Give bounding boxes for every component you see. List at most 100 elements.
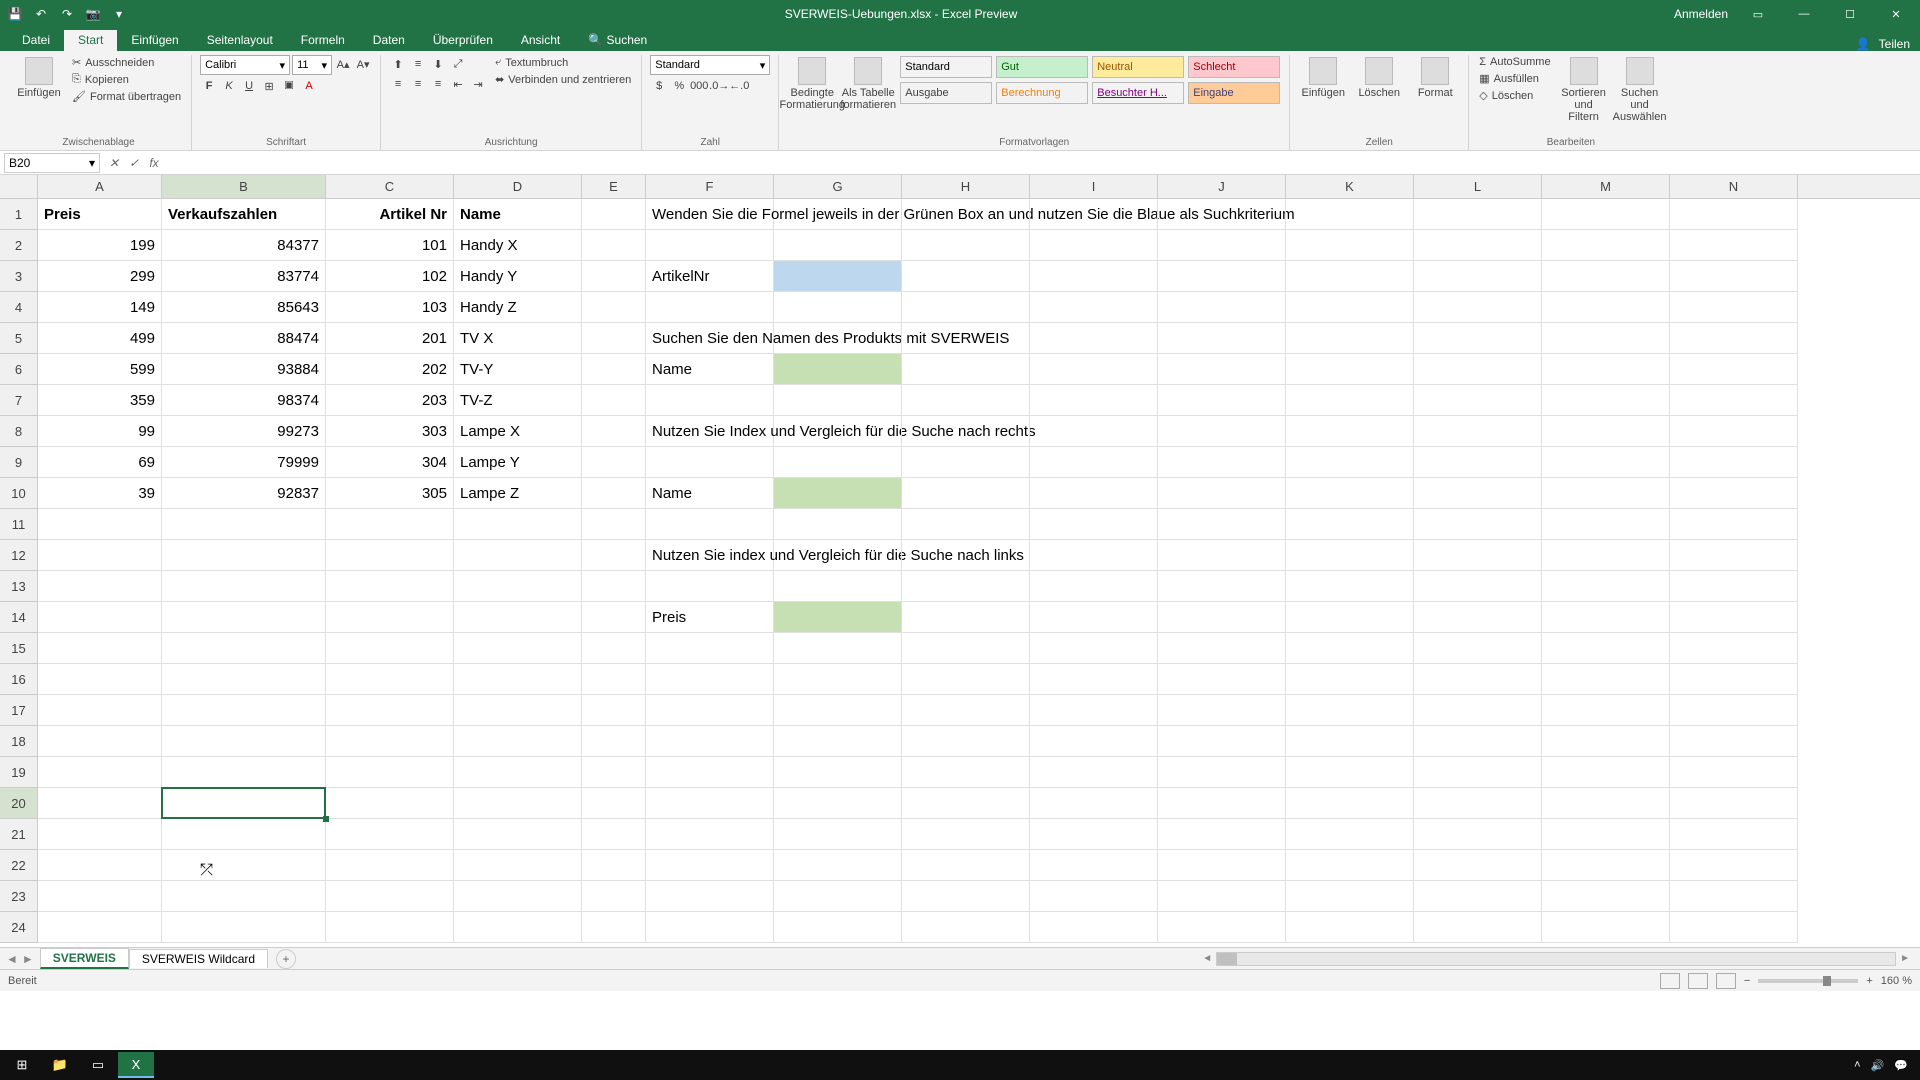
fill-color-button[interactable]: 🞕 xyxy=(280,77,298,95)
cell-J21[interactable] xyxy=(1158,819,1286,850)
cell-H15[interactable] xyxy=(902,633,1030,664)
cell-G14[interactable] xyxy=(774,602,902,633)
cell-F9[interactable] xyxy=(646,447,774,478)
cell-C18[interactable] xyxy=(326,726,454,757)
cancel-formula-icon[interactable]: ✕ xyxy=(104,153,124,173)
cell-A14[interactable] xyxy=(38,602,162,633)
cell-E5[interactable] xyxy=(582,323,646,354)
row-header-15[interactable]: 15 xyxy=(0,633,38,664)
cell-M24[interactable] xyxy=(1542,912,1670,943)
cell-K7[interactable] xyxy=(1286,385,1414,416)
cell-L13[interactable] xyxy=(1414,571,1542,602)
cell-G11[interactable] xyxy=(774,509,902,540)
cell-B7[interactable]: 98374 xyxy=(162,385,326,416)
cell-C2[interactable]: 101 xyxy=(326,230,454,261)
ribbon-options-icon[interactable]: ▭ xyxy=(1742,4,1774,24)
column-header-G[interactable]: G xyxy=(774,175,902,198)
cell-A6[interactable]: 599 xyxy=(38,354,162,385)
font-name-dropdown[interactable]: Calibri▾ xyxy=(200,55,290,75)
cell-B13[interactable] xyxy=(162,571,326,602)
cell-B10[interactable]: 92837 xyxy=(162,478,326,509)
cell-N10[interactable] xyxy=(1670,478,1798,509)
cell-H23[interactable] xyxy=(902,881,1030,912)
cell-M14[interactable] xyxy=(1542,602,1670,633)
volume-icon[interactable]: 🔊 xyxy=(1871,1059,1885,1072)
cell-C9[interactable]: 304 xyxy=(326,447,454,478)
cell-E2[interactable] xyxy=(582,230,646,261)
redo-icon[interactable]: ↷ xyxy=(58,5,76,23)
cell-D21[interactable] xyxy=(454,819,582,850)
sheet-tab-wildcard[interactable]: SVERWEIS Wildcard xyxy=(129,949,268,968)
cell-I11[interactable] xyxy=(1030,509,1158,540)
column-header-H[interactable]: H xyxy=(902,175,1030,198)
underline-button[interactable]: U xyxy=(240,77,258,95)
formula-input[interactable] xyxy=(164,153,1920,173)
cell-D18[interactable] xyxy=(454,726,582,757)
cell-I8[interactable] xyxy=(1030,416,1158,447)
horizontal-scrollbar[interactable] xyxy=(1216,952,1896,966)
cell-A5[interactable]: 499 xyxy=(38,323,162,354)
cell-K1[interactable] xyxy=(1286,199,1414,230)
cell-A12[interactable] xyxy=(38,540,162,571)
cell-H12[interactable] xyxy=(902,540,1030,571)
cell-J13[interactable] xyxy=(1158,571,1286,602)
cell-C14[interactable] xyxy=(326,602,454,633)
cell-F7[interactable] xyxy=(646,385,774,416)
cell-F10[interactable]: Name xyxy=(646,478,774,509)
cell-M16[interactable] xyxy=(1542,664,1670,695)
cell-E19[interactable] xyxy=(582,757,646,788)
cell-C13[interactable] xyxy=(326,571,454,602)
merge-center-button[interactable]: ⬌Verbinden und zentrieren xyxy=(493,72,633,87)
row-header-24[interactable]: 24 xyxy=(0,912,38,943)
cell-M10[interactable] xyxy=(1542,478,1670,509)
align-right-button[interactable]: ≡ xyxy=(429,75,447,93)
cell-A22[interactable] xyxy=(38,850,162,881)
cell-C11[interactable] xyxy=(326,509,454,540)
align-left-button[interactable]: ≡ xyxy=(389,75,407,93)
cell-E23[interactable] xyxy=(582,881,646,912)
cell-H2[interactable] xyxy=(902,230,1030,261)
share-button[interactable]: Teilen xyxy=(1879,37,1910,51)
cell-C5[interactable]: 201 xyxy=(326,323,454,354)
cell-J10[interactable] xyxy=(1158,478,1286,509)
cell-A16[interactable] xyxy=(38,664,162,695)
cell-N21[interactable] xyxy=(1670,819,1798,850)
cell-E15[interactable] xyxy=(582,633,646,664)
cell-M9[interactable] xyxy=(1542,447,1670,478)
cell-K2[interactable] xyxy=(1286,230,1414,261)
cell-I5[interactable] xyxy=(1030,323,1158,354)
cell-G10[interactable] xyxy=(774,478,902,509)
increase-indent-button[interactable]: ⇥ xyxy=(469,75,487,93)
zoom-out-button[interactable]: − xyxy=(1744,975,1750,987)
cell-N24[interactable] xyxy=(1670,912,1798,943)
cell-B21[interactable] xyxy=(162,819,326,850)
cell-I12[interactable] xyxy=(1030,540,1158,571)
cell-N4[interactable] xyxy=(1670,292,1798,323)
cell-I17[interactable] xyxy=(1030,695,1158,726)
cell-N12[interactable] xyxy=(1670,540,1798,571)
cell-D12[interactable] xyxy=(454,540,582,571)
style-gut[interactable]: Gut xyxy=(996,56,1088,78)
cell-M7[interactable] xyxy=(1542,385,1670,416)
cell-F17[interactable] xyxy=(646,695,774,726)
cell-K13[interactable] xyxy=(1286,571,1414,602)
cell-N6[interactable] xyxy=(1670,354,1798,385)
cell-E20[interactable] xyxy=(582,788,646,819)
minimize-button[interactable]: — xyxy=(1788,4,1820,24)
cell-D8[interactable]: Lampe X xyxy=(454,416,582,447)
row-header-22[interactable]: 22 xyxy=(0,850,38,881)
cell-H20[interactable] xyxy=(902,788,1030,819)
cell-B17[interactable] xyxy=(162,695,326,726)
cell-D14[interactable] xyxy=(454,602,582,633)
cell-L8[interactable] xyxy=(1414,416,1542,447)
cell-A24[interactable] xyxy=(38,912,162,943)
cell-D23[interactable] xyxy=(454,881,582,912)
cell-H4[interactable] xyxy=(902,292,1030,323)
cell-J19[interactable] xyxy=(1158,757,1286,788)
cell-I24[interactable] xyxy=(1030,912,1158,943)
cell-H7[interactable] xyxy=(902,385,1030,416)
row-header-23[interactable]: 23 xyxy=(0,881,38,912)
qat-dropdown-icon[interactable]: ▾ xyxy=(110,5,128,23)
cell-H5[interactable] xyxy=(902,323,1030,354)
cell-I15[interactable] xyxy=(1030,633,1158,664)
